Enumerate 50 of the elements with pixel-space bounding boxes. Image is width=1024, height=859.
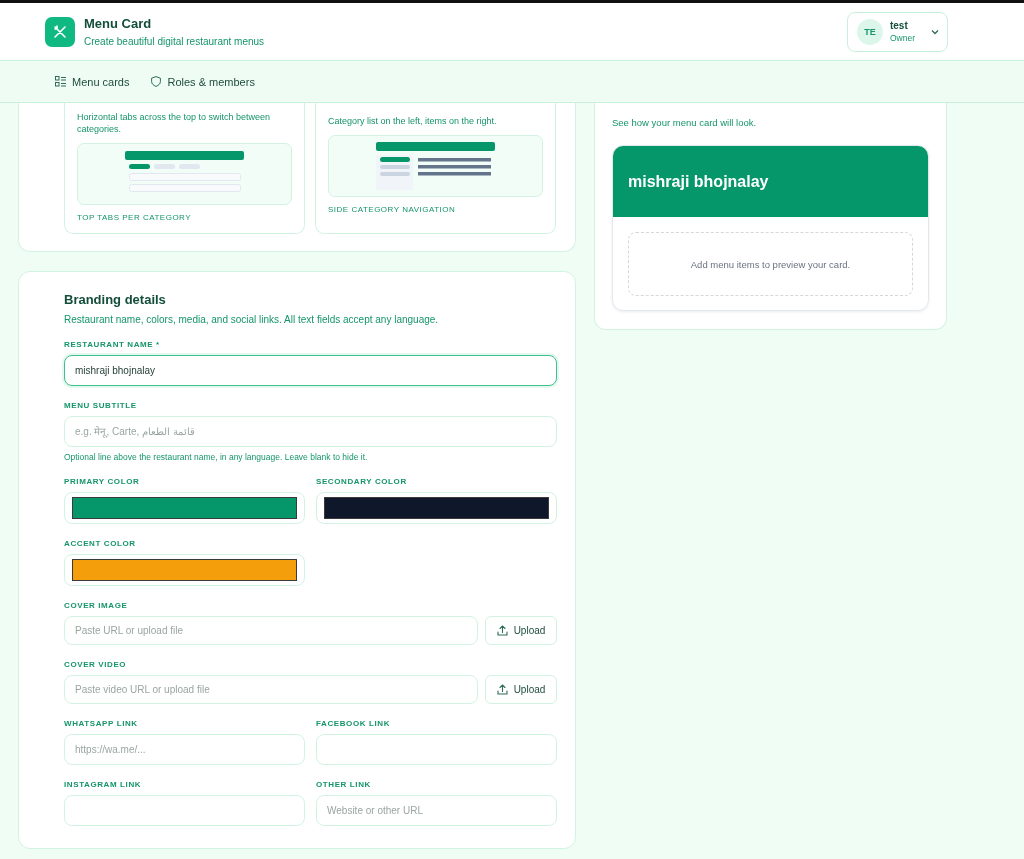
input-field[interactable] (316, 734, 557, 765)
color-picker[interactable] (316, 492, 557, 524)
chevron-down-icon (931, 28, 939, 35)
section-description: See how your menu card will look. (612, 116, 758, 128)
avatar: TE (856, 18, 883, 45)
fork-knife-icon (45, 16, 75, 47)
field-label: ACCENT COLOR (64, 539, 137, 548)
color-picker[interactable] (64, 554, 305, 586)
input-field[interactable]: e.g. मेनू, Carte, قائمة الطعام (64, 416, 557, 447)
input-field[interactable]: Paste URL or upload file (64, 616, 478, 645)
section-title: Branding details (64, 292, 167, 307)
option-description: Horizontal tabs across the top to switch between categories. (77, 111, 272, 135)
option-caption: SIDE CATEGORY NAVIGATION (328, 205, 457, 214)
field-label: SECONDARY COLOR (316, 477, 408, 486)
input-field[interactable]: https://wa.me/... (64, 734, 305, 765)
layout-option-card[interactable]: Category list on the left, items on the right. SIDE CATEGORY NAVIGATION (315, 103, 556, 234)
input-field[interactable]: mishraji bhojnalay (64, 355, 557, 386)
layout-option-card[interactable]: Horizontal tabs across the top to switch between categories. TOP TABS PER CATEGORY (64, 103, 305, 234)
shield-icon (151, 76, 162, 87)
user-name: test (889, 20, 908, 31)
user-role: Owner (889, 33, 915, 43)
input-field[interactable] (64, 795, 305, 826)
upload-icon (496, 684, 508, 695)
section-description: Restaurant name, colors, media, and social links. All text fields accept any language. (64, 314, 440, 325)
list-icon (55, 76, 66, 87)
upload-button[interactable]: Upload (485, 675, 557, 704)
field-label: RESTAURANT NAME * (64, 340, 161, 349)
field-label: COVER VIDEO (64, 660, 128, 669)
field-label: OTHER LINK (316, 780, 372, 789)
field-label: WHATSAPP LINK (64, 719, 139, 728)
field-label: COVER IMAGE (64, 601, 129, 610)
upload-button[interactable]: Upload (485, 616, 557, 645)
color-picker[interactable] (64, 492, 305, 524)
upload-icon (496, 625, 508, 636)
app-subtitle: Create beautiful digital restaurant menus (84, 36, 266, 47)
field-label: MENU SUBTITLE (64, 401, 138, 410)
field-hint: Optional line above the restaurant name, in any language. Leave blank to hide it. (64, 452, 369, 462)
option-caption: TOP TABS PER CATEGORY (77, 213, 193, 222)
app-title: Menu Card (84, 16, 153, 31)
nav-link[interactable]: Roles & members (151, 75, 255, 88)
field-label: PRIMARY COLOR (64, 477, 141, 486)
input-field[interactable]: Paste video URL or upload file (64, 675, 478, 704)
field-label: INSTAGRAM LINK (64, 780, 143, 789)
empty-state-message: Add menu items to preview your card. (628, 232, 913, 296)
menu-card-header: mishraji bhojnalay (613, 146, 928, 217)
field-label: FACEBOOK LINK (316, 719, 392, 728)
input-field[interactable]: Website or other URL (316, 795, 557, 826)
user-menu-button[interactable]: TE test Owner (846, 11, 948, 52)
option-description: Category list on the left, items on the right. (328, 115, 498, 127)
nav-link[interactable]: Menu cards (55, 75, 130, 88)
